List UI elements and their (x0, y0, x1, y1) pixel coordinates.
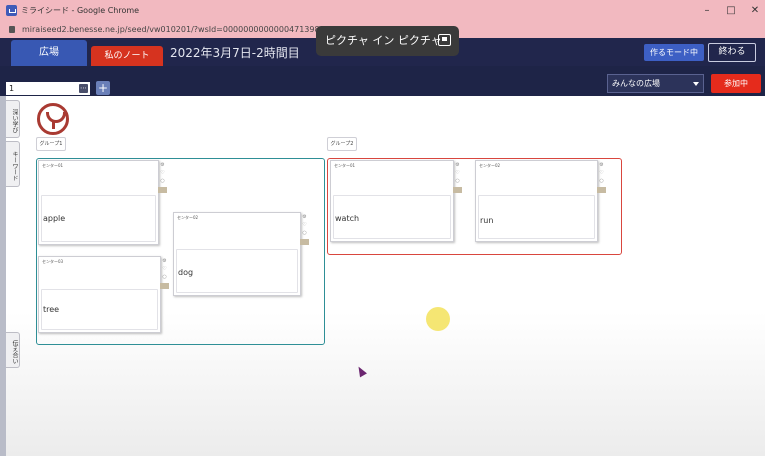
side-tab-keyword[interactable]: キーワード (6, 141, 20, 187)
close-window-button[interactable]: ✕ (746, 3, 764, 18)
card-header: センター03 (42, 259, 64, 264)
page-menu-icon[interactable]: ⋯ (79, 84, 88, 93)
handle-bar[interactable] (300, 239, 309, 245)
pip-label: ピクチャ イン ピクチャ (325, 34, 442, 47)
card-side-tools: ⚙ ♡ ○ (158, 161, 167, 244)
add-page-button[interactable]: + (96, 81, 110, 95)
like-icon[interactable]: ♡ (300, 221, 309, 229)
lock-icon (9, 26, 15, 33)
card-header: センター02 (479, 163, 501, 168)
handle-bar[interactable] (597, 187, 606, 193)
card-side-tools: ⚙ ♡ ○ (453, 161, 462, 241)
handle-bar[interactable] (453, 187, 462, 193)
comment-icon[interactable]: ○ (300, 229, 309, 237)
comment-icon[interactable]: ○ (597, 177, 606, 185)
settings-icon[interactable]: ⚙ (158, 161, 167, 169)
minimize-button[interactable]: – (698, 3, 716, 18)
comment-icon[interactable]: ○ (160, 273, 169, 281)
card-word: apple (43, 214, 66, 223)
plaza-select[interactable]: みんなの広場 (607, 74, 704, 93)
like-icon[interactable]: ♡ (453, 169, 462, 177)
comment-icon[interactable]: ○ (158, 177, 167, 185)
settings-icon[interactable]: ⚙ (597, 161, 606, 169)
card-header: センター02 (177, 215, 199, 220)
card-side-tools: ⚙ ♡ ○ (597, 161, 606, 241)
page-number: 1 (9, 84, 15, 93)
side-tab-deep-learning[interactable]: 深い学び (6, 100, 20, 138)
lesson-title: 2022年3月7日-2時間目 (170, 46, 300, 60)
finish-button[interactable]: 終わる (708, 43, 756, 62)
like-icon[interactable]: ♡ (160, 265, 169, 273)
maximize-button[interactable]: □ (722, 3, 740, 18)
settings-icon[interactable]: ⚙ (160, 257, 169, 265)
side-tab-share[interactable]: 伝え合い (6, 332, 20, 368)
screen: ミライシード - Google Chrome – □ ✕ miraiseed2.… (0, 0, 765, 456)
group-tag-1[interactable]: グループ1 (36, 137, 66, 151)
chevron-down-icon (693, 82, 699, 86)
window-title: ミライシード - Google Chrome (21, 6, 140, 15)
card-run[interactable]: センター02 run ⚙ ♡ ○ (475, 160, 606, 242)
like-icon[interactable]: ♡ (597, 169, 606, 177)
plaza-select-value: みんなの広場 (612, 79, 660, 88)
card-word: tree (43, 305, 60, 314)
y-logo-icon[interactable] (37, 103, 69, 135)
card-word: dog (178, 268, 194, 277)
handle-bar[interactable] (158, 187, 167, 193)
settings-icon[interactable]: ⚙ (453, 161, 462, 169)
joining-button[interactable]: 参加中 (711, 74, 761, 93)
like-icon[interactable]: ♡ (158, 169, 167, 177)
handle-bar[interactable] (160, 283, 169, 289)
card-watch[interactable]: センター01 watch ⚙ ♡ ○ (330, 160, 462, 242)
url-text[interactable]: miraiseed2.benesse.ne.jp/seed/vw010201/?… (22, 25, 320, 34)
card-body (478, 195, 595, 239)
pip-exit-icon[interactable] (438, 34, 451, 46)
card-header: センター01 (42, 163, 64, 168)
card-side-tools: ⚙ ♡ ○ (160, 257, 169, 332)
settings-icon[interactable]: ⚙ (300, 213, 309, 221)
tab-plaza[interactable]: 広場 (11, 40, 87, 66)
card-header: センター01 (334, 163, 356, 168)
create-mode-button[interactable]: 作るモード中 (644, 44, 704, 61)
card-word: watch (335, 214, 360, 223)
card-side-tools: ⚙ ♡ ○ (300, 213, 309, 295)
comment-icon[interactable]: ○ (453, 177, 462, 185)
card-tree[interactable]: センター03 tree ⚙ ♡ ○ (38, 256, 169, 333)
group-tag-2[interactable]: グループ2 (327, 137, 357, 151)
card-dog[interactable]: センター02 dog ⚙ ♡ ○ (173, 212, 309, 296)
card-body (176, 249, 298, 293)
card-apple[interactable]: センター01 apple ⚙ ♡ ○ (38, 160, 167, 245)
pointer-highlight (426, 307, 450, 331)
browser-titlebar: ミライシード - Google Chrome – □ ✕ (0, 0, 765, 22)
card-word: run (480, 216, 494, 225)
picture-in-picture-banner[interactable]: ピクチャ イン ピクチャ (316, 26, 459, 56)
page-number-field[interactable]: 1 ⋯ (6, 82, 90, 95)
app-icon (6, 5, 17, 16)
tab-my-note[interactable]: 私のノート (91, 46, 163, 66)
